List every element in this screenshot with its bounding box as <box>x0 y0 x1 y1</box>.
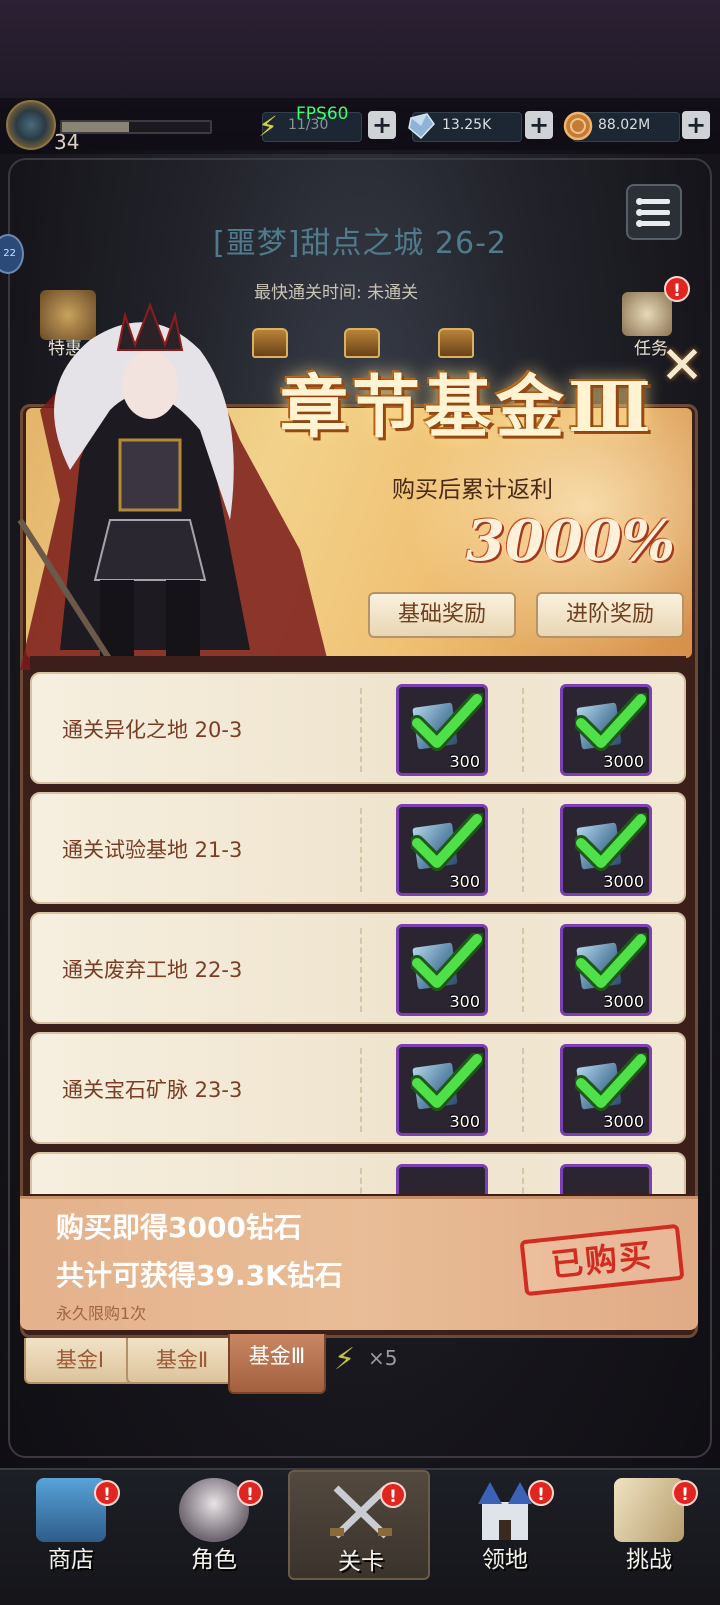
list-icon <box>636 197 670 205</box>
list-item: 通关试验基地 21-3 300 3000 <box>30 792 686 904</box>
basic-reward-slot[interactable]: 300 <box>396 924 488 1016</box>
nav-label: 领地 <box>482 1547 528 1573</box>
milestone-label: 通关异化之地 20-3 <box>62 718 243 742</box>
quest-icon[interactable] <box>622 292 672 336</box>
nav-label: 角色 <box>191 1547 237 1573</box>
character-portrait <box>17 302 330 670</box>
checkmark-icon <box>411 933 483 991</box>
fund-title: 章节基金Ⅲ <box>280 368 655 448</box>
return-label: 购买后累计返利 <box>392 477 553 503</box>
milestone-label: 通关试验基地 21-3 <box>62 838 243 862</box>
checkmark-icon <box>575 933 647 991</box>
basic-reward-slot[interactable]: 300 <box>396 804 488 896</box>
reward-amount: 300 <box>449 1112 480 1131</box>
advanced-reward-slot[interactable] <box>560 1164 652 1194</box>
reward-amount: 300 <box>449 992 480 1011</box>
tab-fund-1[interactable]: 基金Ⅰ <box>24 1338 136 1384</box>
checkmark-icon <box>575 813 647 871</box>
list-item <box>30 1152 686 1194</box>
stage-title: [噩梦]甜点之城 26-2 <box>212 226 508 261</box>
checkmark-icon <box>411 693 483 751</box>
total-reward-text: 共计可获得39.3K钻石 <box>56 1259 343 1292</box>
reward-amount: 3000 <box>603 752 644 771</box>
reward-amount: 300 <box>449 872 480 891</box>
add-diamond-button[interactable]: + <box>525 111 553 139</box>
nav-challenge[interactable]: ! 挑战 <box>578 1470 720 1580</box>
basic-reward-slot[interactable] <box>396 1164 488 1194</box>
reward-amount: 300 <box>449 752 480 771</box>
alert-badge: ! <box>672 1480 698 1506</box>
checkmark-icon <box>575 693 647 751</box>
alert-badge: ! <box>237 1480 263 1506</box>
reward-amount: 3000 <box>603 872 644 891</box>
add-gold-button[interactable]: + <box>682 111 710 139</box>
advanced-reward-slot[interactable]: 3000 <box>560 924 652 1016</box>
advanced-reward-slot[interactable]: 3000 <box>560 804 652 896</box>
experience-bar <box>60 120 212 134</box>
nav-label: 关卡 <box>338 1549 384 1575</box>
checkmark-icon <box>411 1053 483 1111</box>
reward-amount: 3000 <box>603 992 644 1011</box>
checkmark-icon <box>411 813 483 871</box>
lightning-icon: ⚡ <box>258 109 278 143</box>
alert-badge: ! <box>94 1480 120 1506</box>
lightning-icon: ⚡ <box>334 1342 356 1377</box>
purchase-limit-text: 永久限购1次 <box>56 1304 147 1323</box>
list-item: 通关废弃工地 22-3 300 3000 <box>30 912 686 1024</box>
menu-button[interactable] <box>626 184 682 240</box>
coin-icon <box>560 108 596 144</box>
list-item: 通关宝石矿脉 23-3 300 3000 <box>30 1032 686 1144</box>
basic-reward-slot[interactable]: 300 <box>396 684 488 776</box>
advanced-reward-slot[interactable]: 3000 <box>560 1044 652 1136</box>
instant-reward-text: 购买即得3000钻石 <box>56 1211 302 1244</box>
nav-stages[interactable]: ! 关卡 <box>288 1470 430 1580</box>
alert-badge: ! <box>380 1482 406 1508</box>
alert-badge: ! <box>528 1480 554 1506</box>
tab-fund-3[interactable]: 基金Ⅲ <box>228 1334 326 1394</box>
close-button[interactable]: ✕ <box>656 340 708 392</box>
player-level: 34 <box>54 130 80 154</box>
nav-territory[interactable]: ! 领地 <box>434 1470 576 1580</box>
diamond-icon <box>404 108 440 144</box>
milestone-label: 通关宝石矿脉 23-3 <box>62 1078 243 1102</box>
add-energy-button[interactable]: + <box>368 111 396 139</box>
gold-value: 88.02M <box>598 117 651 133</box>
return-value: 3000% <box>466 508 676 574</box>
energy-multiplier: ×5 <box>368 1346 398 1370</box>
quest-alert-badge: ! <box>664 276 690 302</box>
reward-list[interactable]: 通关异化之地 20-3 300 3000 通关试验基地 21-3 300 300… <box>30 656 686 1194</box>
tab-advanced-rewards[interactable]: 进阶奖励 <box>536 592 684 638</box>
fps-counter: FPS60 <box>296 104 349 124</box>
list-item: 通关异化之地 20-3 300 3000 <box>30 672 686 784</box>
advanced-reward-slot[interactable]: 3000 <box>560 684 652 776</box>
nav-label: 挑战 <box>626 1547 672 1573</box>
basic-reward-slot[interactable]: 300 <box>396 1044 488 1136</box>
nav-shop[interactable]: ! 商店 <box>0 1470 142 1580</box>
reward-amount: 3000 <box>603 1112 644 1131</box>
tab-basic-rewards[interactable]: 基础奖励 <box>368 592 516 638</box>
milestone-label: 通关废弃工地 22-3 <box>62 958 243 982</box>
tab-fund-2[interactable]: 基金Ⅱ <box>126 1338 238 1384</box>
diamond-value: 13.25K <box>442 117 492 133</box>
nav-character[interactable]: ! 角色 <box>143 1470 285 1580</box>
nav-label: 商店 <box>48 1547 94 1573</box>
level-emblem-icon[interactable] <box>6 100 56 150</box>
checkmark-icon <box>575 1053 647 1111</box>
